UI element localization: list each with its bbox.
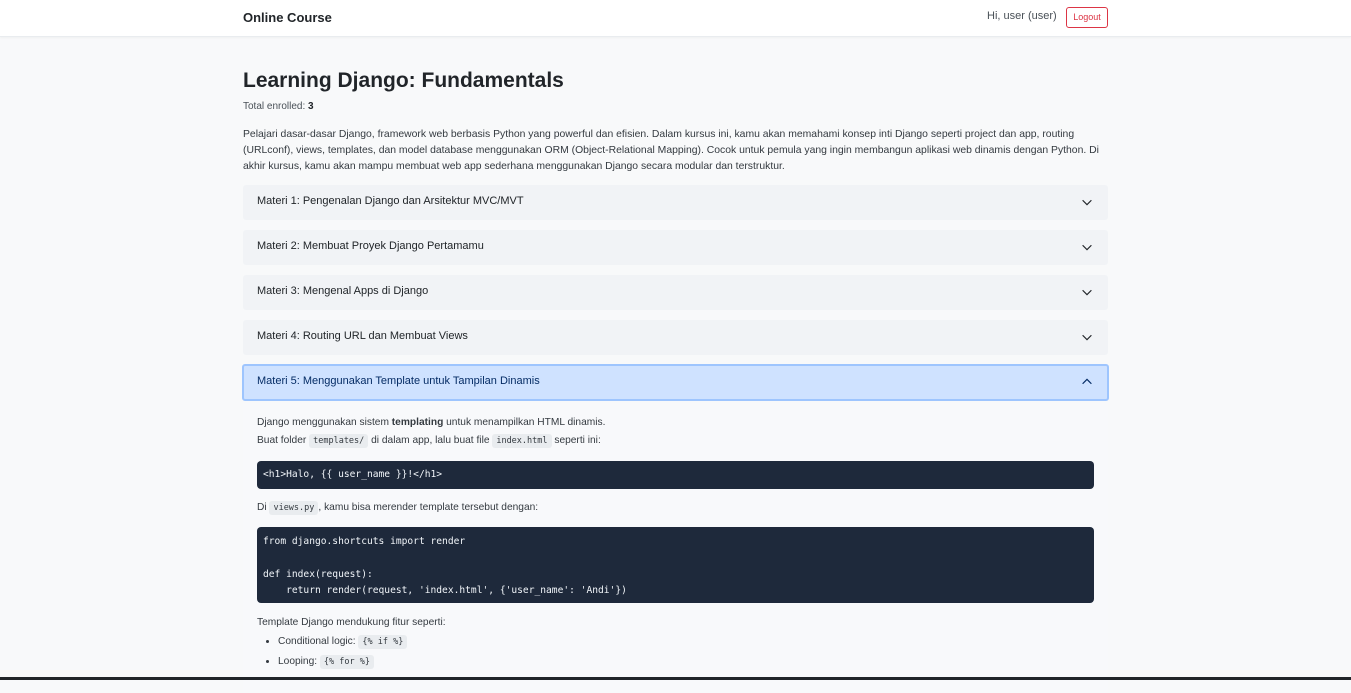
text: untuk menampilkan HTML dinamis. [443,417,606,428]
text: seperti ini: [551,435,601,446]
inline-code: templates/ [309,434,369,448]
user-greeting: Hi, user (user) [987,10,1057,22]
inline-code: views.py [269,501,319,515]
code-block: <h1>Halo, {{ user_name }}!</h1> [257,461,1094,489]
list-item: Conditional logic: {% if %} [278,632,408,652]
logout-button[interactable]: Logout [1066,7,1108,28]
accordion-label: Materi 5: Menggunakan Template untuk Tam… [257,375,540,387]
inline-code: {% for %} [319,655,374,669]
bold-text: templating [391,417,444,428]
code-block: from django.shortcuts import render def … [257,527,1094,603]
accordion-item-2[interactable]: Materi 2: Membuat Proyek Django Pertamam… [243,230,1108,265]
enrolled-label: Total enrolled: [243,101,309,112]
enrolled-count: Total enrolled: 3 [243,101,314,112]
text: Conditional logic: [278,636,359,647]
text: di dalam app, lalu buat file [368,435,493,446]
chevron-down-icon [1082,199,1092,206]
course-title: Learning Django: Fundamentals [243,69,564,92]
text: Di [257,502,270,513]
chevron-down-icon [1082,244,1092,251]
accordion-label: Materi 3: Mengenal Apps di Django [257,285,429,297]
inline-code: index.html [492,434,552,448]
navbar: Online Course Hi, user (user) Logout [0,0,1351,37]
accordion-item-3[interactable]: Materi 3: Mengenal Apps di Django [243,275,1108,310]
text: , kamu bisa merender template tersebut d… [318,502,539,513]
content-paragraph: Di views.py, kamu bisa merender template… [257,501,539,515]
chevron-up-icon [1082,378,1092,385]
text: Buat folder [257,435,310,446]
list-item: Looping: {% for %} [278,652,407,672]
chevron-down-icon [1082,334,1092,341]
content-paragraph: Template Django mendukung fitur seperti: [257,617,446,628]
text: Django menggunakan sistem [257,417,392,428]
enrolled-number: 3 [308,101,314,112]
feature-list: Conditional logic: {% if %} Looping: {% … [278,632,408,672]
chevron-down-icon [1082,289,1092,296]
accordion-label: Materi 4: Routing URL dan Membuat Views [257,330,468,342]
accordion-item-5[interactable]: Materi 5: Menggunakan Template untuk Tam… [242,364,1109,401]
accordion-body: Django menggunakan sistem templating unt… [243,403,1108,693]
accordion-label: Materi 2: Membuat Proyek Django Pertamam… [257,240,484,252]
inline-code: {% if %} [358,635,408,649]
accordion-item-4[interactable]: Materi 4: Routing URL dan Membuat Views [243,320,1108,355]
course-description: Pelajari dasar-dasar Django, framework w… [243,129,1099,172]
content-paragraph: Django menggunakan sistem templating unt… [257,417,605,428]
text: Looping: [278,656,320,667]
accordion-label: Materi 1: Pengenalan Django dan Arsitekt… [257,195,524,207]
brand-link[interactable]: Online Course [243,10,332,25]
content-paragraph: Buat folder templates/ di dalam app, lal… [257,434,601,448]
accordion-item-1[interactable]: Materi 1: Pengenalan Django dan Arsitekt… [243,185,1108,220]
